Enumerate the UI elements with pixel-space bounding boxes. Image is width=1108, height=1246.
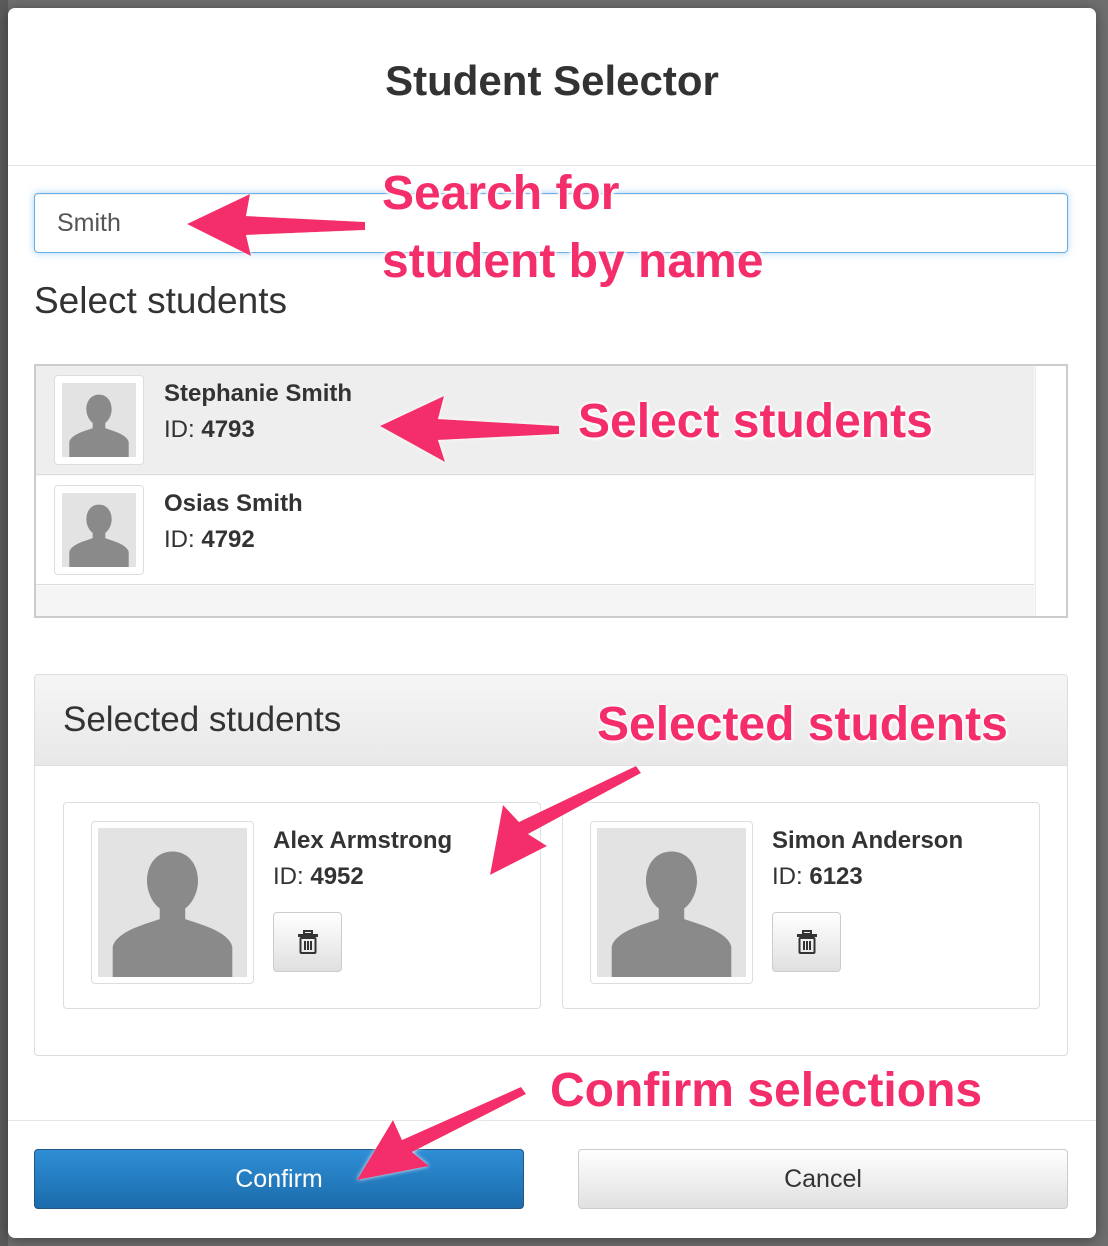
result-id: ID: 4792 bbox=[164, 526, 255, 554]
cancel-button[interactable]: Cancel bbox=[578, 1149, 1068, 1209]
result-name: Stephanie Smith bbox=[164, 380, 353, 407]
confirm-button[interactable]: Confirm bbox=[34, 1149, 524, 1209]
id-label: ID: bbox=[164, 526, 202, 553]
dialog-footer: Confirm Cancel bbox=[8, 1120, 1096, 1238]
selected-name: Simon Anderson bbox=[772, 827, 964, 854]
selected-id: ID: 6123 bbox=[772, 863, 863, 891]
results-list-footer bbox=[36, 586, 1034, 616]
dialog-header: Student Selector bbox=[8, 8, 1096, 166]
selected-id: ID: 4952 bbox=[273, 863, 364, 891]
page-backdrop bbox=[0, 0, 8, 1246]
avatar bbox=[91, 821, 254, 984]
select-students-label: Select students bbox=[34, 280, 287, 321]
avatar bbox=[54, 485, 144, 575]
id-value: 6123 bbox=[809, 863, 863, 890]
remove-student-button[interactable] bbox=[273, 912, 342, 972]
avatar bbox=[590, 821, 753, 984]
id-value: 4793 bbox=[201, 416, 255, 443]
selected-card-alex-armstrong: Alex Armstrong ID: 4952 bbox=[63, 802, 541, 1009]
result-id: ID: 4793 bbox=[164, 416, 255, 444]
results-scrollbar[interactable] bbox=[1035, 366, 1066, 616]
user-silhouette-icon bbox=[62, 493, 136, 567]
user-silhouette-icon bbox=[98, 828, 247, 977]
search-input[interactable] bbox=[34, 193, 1068, 253]
selected-card-simon-anderson: Simon Anderson ID: 6123 bbox=[562, 802, 1040, 1009]
selected-students-title: Selected students bbox=[63, 700, 342, 739]
remove-student-button[interactable] bbox=[772, 912, 841, 972]
dialog-title: Student Selector bbox=[385, 56, 719, 104]
result-row-stephanie-smith[interactable]: Stephanie Smith ID: 4793 bbox=[36, 366, 1034, 475]
id-value: 4952 bbox=[310, 863, 364, 890]
result-row-osias-smith[interactable]: Osias Smith ID: 4792 bbox=[36, 476, 1034, 585]
trash-icon bbox=[796, 930, 817, 954]
id-label: ID: bbox=[273, 863, 311, 890]
id-value: 4792 bbox=[201, 526, 255, 553]
selected-name: Alex Armstrong bbox=[273, 827, 453, 854]
user-silhouette-icon bbox=[597, 828, 746, 977]
trash-icon bbox=[297, 930, 318, 954]
result-name: Osias Smith bbox=[164, 490, 303, 517]
search-results-list: Stephanie Smith ID: 4793 Osias Smith ID:… bbox=[34, 364, 1068, 618]
selected-students-panel: Selected students Alex Armstrong ID: 495… bbox=[34, 674, 1068, 1056]
id-label: ID: bbox=[164, 416, 202, 443]
avatar bbox=[54, 375, 144, 465]
id-label: ID: bbox=[772, 863, 810, 890]
user-silhouette-icon bbox=[62, 383, 136, 457]
student-selector-dialog: Student Selector Select students Stephan… bbox=[8, 8, 1096, 1238]
panel-heading: Selected students bbox=[35, 675, 1067, 766]
